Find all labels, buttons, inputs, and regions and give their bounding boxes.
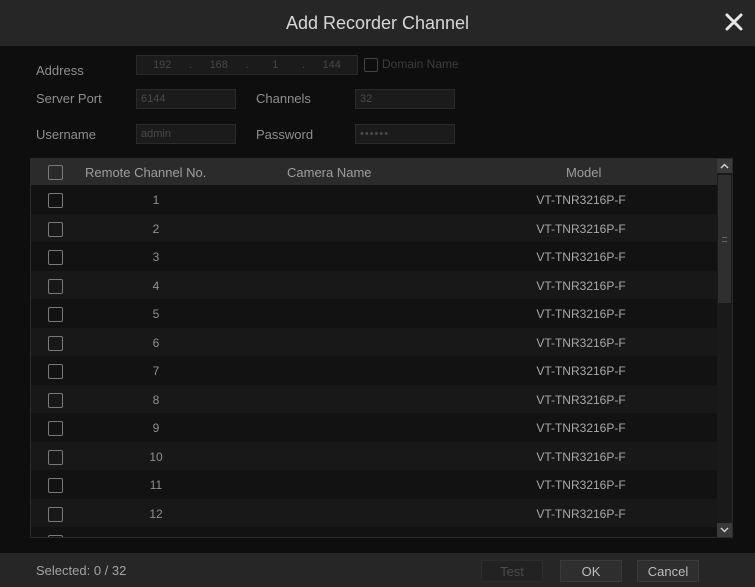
selected-count: Selected: 0 / 32 [36,563,127,578]
remote-channel-cell: 7 [152,364,160,378]
dialog-title: Add Recorder Channel [285,12,470,33]
model-cell: VT-TNR3216P-F [536,421,626,435]
scroll-up-button[interactable] [717,159,732,173]
address-label: Address [36,63,84,78]
row-checkbox[interactable] [48,421,63,436]
model-cell: VT-TNR3216P-F [536,193,626,207]
table-row[interactable]: 5 VT-TNR3216P-F [31,299,717,328]
close-button[interactable] [721,9,747,35]
table-row[interactable]: 10 VT-TNR3216P-F [31,441,717,470]
address-ip-field[interactable]: 192 . 168 . 1 . 144 [136,55,358,75]
remote-channel-cell: 2 [152,221,160,236]
remote-channel-cell: 13 [131,535,181,537]
model-cell: VT-TNR3216P-F [536,307,626,321]
row-checkbox[interactable] [48,449,63,465]
channels-field[interactable]: 32 [355,89,455,109]
server-port-field[interactable]: 6144 [136,89,236,109]
table-body: 1 VT-TNR3216P-F 2 VT-TNR3216P-F 3 VT-TNR3216P… [31,185,717,537]
row-checkbox[interactable] [48,193,63,208]
row-checkbox[interactable] [48,335,63,351]
dialog-footer: Selected: 0 / 32 Test OK Cancel [0,553,755,587]
channel-table: Remote Channel No. Camera Name Model 1 VT… [30,158,733,538]
model-cell: VT-TNR3216P-F [536,392,626,407]
model-cell: VT-TNR3216P-F [536,335,626,350]
table-row[interactable]: 2 VT-TNR3216P-F [31,213,717,242]
model-cell: VT-TNR3216P-F [536,449,626,464]
row-checkbox[interactable] [48,221,63,237]
remote-channel-cell: 4 [152,278,160,293]
remote-channel-cell: 6 [152,335,160,350]
server-port-label: Server Port [36,91,102,106]
ip-octet-4[interactable]: 144 [307,56,358,74]
row-checkbox[interactable] [48,535,63,537]
remote-channel-cell: 10 [149,449,163,464]
row-checkbox[interactable] [48,278,63,294]
row-checkbox[interactable] [48,364,63,379]
row-checkbox[interactable] [48,478,63,493]
table-row[interactable]: 4 VT-TNR3216P-F [31,270,717,299]
table-row[interactable]: 6 VT-TNR3216P-F [31,327,717,356]
cancel-button[interactable]: Cancel [637,560,699,582]
model-cell: VT-TNR3216P-F [536,250,626,264]
column-model[interactable]: Model [566,165,601,180]
channels-label: Channels [256,91,311,106]
row-checkbox[interactable] [48,506,63,522]
table-row[interactable]: 11 VT-TNR3216P-F [31,470,717,499]
remote-channel-cell: 9 [152,421,160,435]
column-camera-name[interactable]: Camera Name [287,165,372,180]
close-icon [725,13,743,31]
ok-button[interactable]: OK [560,560,622,582]
model-cell: VT-TNR3216P-F [536,478,626,492]
table-row[interactable]: 1 VT-TNR3216P-F [31,185,717,214]
username-field[interactable]: admin [136,124,236,144]
password-label: Password [256,127,314,142]
select-all-checkbox[interactable] [48,165,63,180]
remote-channel-cell: 11 [149,478,163,492]
remote-channel-cell: 5 [152,307,160,321]
model-cell: VT-TNR3216P-F [536,221,626,236]
remote-channel-cell: 1 [152,193,160,207]
domain-name-label: Domain Name [382,57,459,71]
model-cell: VT-TNR3216P-F [536,364,626,378]
connection-form: Address 192 . 168 . 1 . 144 Domain Name … [0,46,755,156]
row-checkbox[interactable] [48,250,63,265]
table-scrollbar[interactable] [717,159,732,537]
table-row[interactable]: 9 VT-TNR3216P-F [31,413,717,442]
table-row[interactable]: 12 VT-TNR3216P-F [31,498,717,527]
remote-channel-cell: 8 [152,392,160,407]
title-bar: Add Recorder Channel [0,0,755,46]
grip-icon [722,236,727,242]
model-cell: VT-TNR3216P-F [536,278,626,293]
table-row[interactable]: 13 VT-TNR3216P-F [31,527,717,537]
model-cell: VT-TNR3216P-F [536,506,626,521]
remote-channel-cell: 12 [149,506,163,521]
chevron-up-icon [720,163,729,169]
remote-channel-cell: 3 [152,250,160,264]
table-row[interactable]: 7 VT-TNR3216P-F [31,356,717,385]
ip-octet-2[interactable]: 168 [194,56,245,74]
row-checkbox[interactable] [48,392,63,408]
domain-name-checkbox[interactable] [364,58,378,72]
username-label: Username [36,127,96,142]
test-button[interactable]: Test [481,560,543,582]
password-field[interactable]: •••••• [355,124,455,144]
ip-octet-1[interactable]: 192 [137,56,188,74]
scroll-thumb[interactable] [718,175,731,303]
model-cell: VT-TNR3216P-F [491,535,671,537]
row-checkbox[interactable] [48,307,63,322]
table-header: Remote Channel No. Camera Name Model [31,159,717,185]
add-recorder-channel-dialog: Add Recorder Channel Address 192 . 168 .… [0,0,755,587]
ip-octet-3[interactable]: 1 [250,56,301,74]
table-row[interactable]: 3 VT-TNR3216P-F [31,242,717,271]
table-row[interactable]: 8 VT-TNR3216P-F [31,384,717,413]
scroll-down-button[interactable] [717,523,732,537]
chevron-down-icon [720,527,729,533]
column-remote-channel[interactable]: Remote Channel No. [85,165,206,180]
